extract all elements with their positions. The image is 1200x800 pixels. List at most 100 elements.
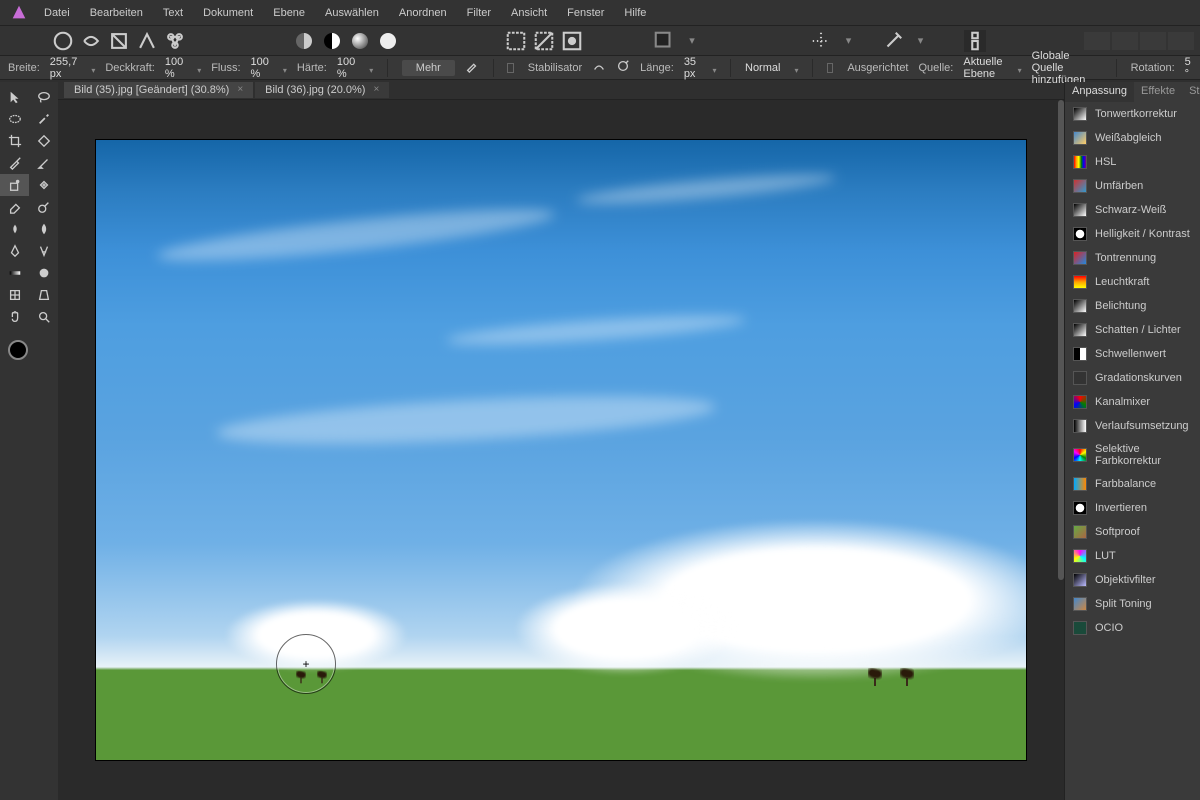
blend-mode[interactable]: Normal <box>745 62 780 74</box>
assistant-dropdown-icon[interactable]: ▾ <box>910 30 932 52</box>
dodge-tool-icon[interactable] <box>29 196 58 218</box>
global-source-button[interactable]: Globale Quelle hinzufügen <box>1032 50 1102 86</box>
selection-off-icon[interactable] <box>533 30 555 52</box>
win-close-button[interactable] <box>1168 32 1194 50</box>
canvas-area[interactable] <box>58 100 1064 800</box>
zoom-tool-icon[interactable] <box>29 306 58 328</box>
liquify-persona-icon[interactable] <box>80 30 102 52</box>
panel-tab-anpassung[interactable]: Anpassung <box>1065 82 1134 102</box>
menu-ansicht[interactable]: Ansicht <box>511 7 547 19</box>
swatch-dropdown-icon[interactable]: ▾ <box>681 30 703 52</box>
document-tab[interactable]: Bild (35).jpg [Geändert] (30.8%)× <box>64 82 253 98</box>
adjustment-item[interactable]: Objektivfilter <box>1065 568 1200 592</box>
source-value[interactable]: Aktuelle Ebene <box>963 56 1003 80</box>
opacity-value[interactable]: 100 % <box>165 56 183 80</box>
tab-close-icon[interactable]: × <box>373 84 379 95</box>
export-persona-icon[interactable] <box>164 30 186 52</box>
adjustment-item[interactable]: Tonwertkorrektur <box>1065 102 1200 126</box>
adjustment-item[interactable]: Weißabgleich <box>1065 126 1200 150</box>
tab-close-icon[interactable]: × <box>237 84 243 95</box>
adjustment-item[interactable]: Leuchtkraft <box>1065 270 1200 294</box>
mesh-warp-icon[interactable] <box>0 284 29 306</box>
clone-tool-icon[interactable] <box>0 174 29 196</box>
adjustment-item[interactable]: Farbbalance <box>1065 472 1200 496</box>
hardness-value[interactable]: 100 % <box>337 56 355 80</box>
rotation-value[interactable]: 5 ° <box>1185 56 1192 80</box>
adjustment-item[interactable]: Verlaufsumsetzung <box>1065 414 1200 438</box>
adjustment-item[interactable]: Softproof <box>1065 520 1200 544</box>
white-mode-icon[interactable] <box>377 30 399 52</box>
brush-panel-icon[interactable] <box>465 59 479 76</box>
snapping-icon[interactable] <box>810 30 832 52</box>
adjustment-item[interactable]: Kanalmixer <box>1065 390 1200 414</box>
adjustment-item[interactable]: Umfärben <box>1065 174 1200 198</box>
adjustment-item[interactable]: Belichtung <box>1065 294 1200 318</box>
color-swatch[interactable] <box>8 340 36 368</box>
canvas[interactable] <box>96 140 1026 760</box>
win-restore-button[interactable] <box>1140 32 1166 50</box>
blur-tool-icon[interactable] <box>29 218 58 240</box>
menu-anordnen[interactable]: Anordnen <box>399 7 447 19</box>
flow-value[interactable]: 100 % <box>251 56 269 80</box>
adjustment-item[interactable]: Gradationskurven <box>1065 366 1200 390</box>
adjustment-item[interactable]: Helligkeit / Kontrast <box>1065 222 1200 246</box>
swatch-button[interactable] <box>653 30 675 52</box>
assistant-icon[interactable] <box>882 30 904 52</box>
width-value[interactable]: 255,7 px <box>50 56 78 80</box>
adjustment-item[interactable]: OCIO <box>1065 616 1200 640</box>
perspective-icon[interactable] <box>29 284 58 306</box>
win-max-button[interactable] <box>1112 32 1138 50</box>
menu-fenster[interactable]: Fenster <box>567 7 604 19</box>
text-tool-icon[interactable] <box>29 240 58 262</box>
win-min-button[interactable] <box>1084 32 1110 50</box>
menu-bearbeiten[interactable]: Bearbeiten <box>90 7 143 19</box>
tone-map-persona-icon[interactable] <box>136 30 158 52</box>
adjustment-item[interactable]: LUT <box>1065 544 1200 568</box>
erase-tool-icon[interactable] <box>0 196 29 218</box>
window-mode-icon[interactable] <box>616 59 630 76</box>
panel-tab-effekte[interactable]: Effekte <box>1134 82 1182 102</box>
shape-tool-icon[interactable] <box>29 262 58 284</box>
hand-tool-icon[interactable] <box>0 306 29 328</box>
adjustment-item[interactable]: Invertieren <box>1065 496 1200 520</box>
menu-datei[interactable]: Datei <box>44 7 70 19</box>
more-button[interactable]: Mehr <box>402 60 455 76</box>
snapping-dropdown-icon[interactable]: ▾ <box>838 30 860 52</box>
contrast-mode-icon[interactable] <box>321 30 343 52</box>
panel-tab-stile[interactable]: Stile <box>1182 82 1200 102</box>
move-tool-icon[interactable] <box>0 86 29 108</box>
adjustment-item[interactable]: Selektive Farbkorrektur <box>1065 438 1200 472</box>
paint-brush-icon[interactable] <box>0 152 29 174</box>
clip-mode-icon[interactable] <box>293 30 315 52</box>
info-icon[interactable] <box>964 30 986 52</box>
healing-tool-icon[interactable] <box>29 174 58 196</box>
adjustment-item[interactable]: Tontrennung <box>1065 246 1200 270</box>
menu-dokument[interactable]: Dokument <box>203 7 253 19</box>
grey-mode-icon[interactable] <box>349 30 371 52</box>
adjustment-item[interactable]: HSL <box>1065 150 1200 174</box>
pen-tool-icon[interactable] <box>0 240 29 262</box>
rope-mode-icon[interactable] <box>592 59 606 76</box>
develop-persona-icon[interactable] <box>108 30 130 52</box>
aligned-checkbox[interactable] <box>827 63 833 73</box>
menu-hilfe[interactable]: Hilfe <box>624 7 646 19</box>
adjustment-item[interactable]: Schwarz-Weiß <box>1065 198 1200 222</box>
smudge-tool-icon[interactable] <box>0 218 29 240</box>
brush-select-icon[interactable] <box>29 108 58 130</box>
lasso-tool-icon[interactable] <box>29 86 58 108</box>
menu-ebene[interactable]: Ebene <box>273 7 305 19</box>
adjustment-item[interactable]: Split Toning <box>1065 592 1200 616</box>
length-value[interactable]: 35 px <box>684 56 699 80</box>
ellipse-select-icon[interactable] <box>0 108 29 130</box>
pixel-tool-icon[interactable] <box>29 152 58 174</box>
adjustment-item[interactable]: Schwellenwert <box>1065 342 1200 366</box>
menu-text[interactable]: Text <box>163 7 183 19</box>
stabilizer-checkbox[interactable] <box>507 63 513 73</box>
marquee-icon[interactable] <box>505 30 527 52</box>
crop-tool-icon[interactable] <box>0 130 29 152</box>
document-tab[interactable]: Bild (36).jpg (20.0%)× <box>255 82 389 98</box>
menu-auswählen[interactable]: Auswählen <box>325 7 379 19</box>
photo-persona-icon[interactable] <box>52 30 74 52</box>
gradient-tool-icon[interactable] <box>0 262 29 284</box>
quick-mask-icon[interactable] <box>561 30 583 52</box>
